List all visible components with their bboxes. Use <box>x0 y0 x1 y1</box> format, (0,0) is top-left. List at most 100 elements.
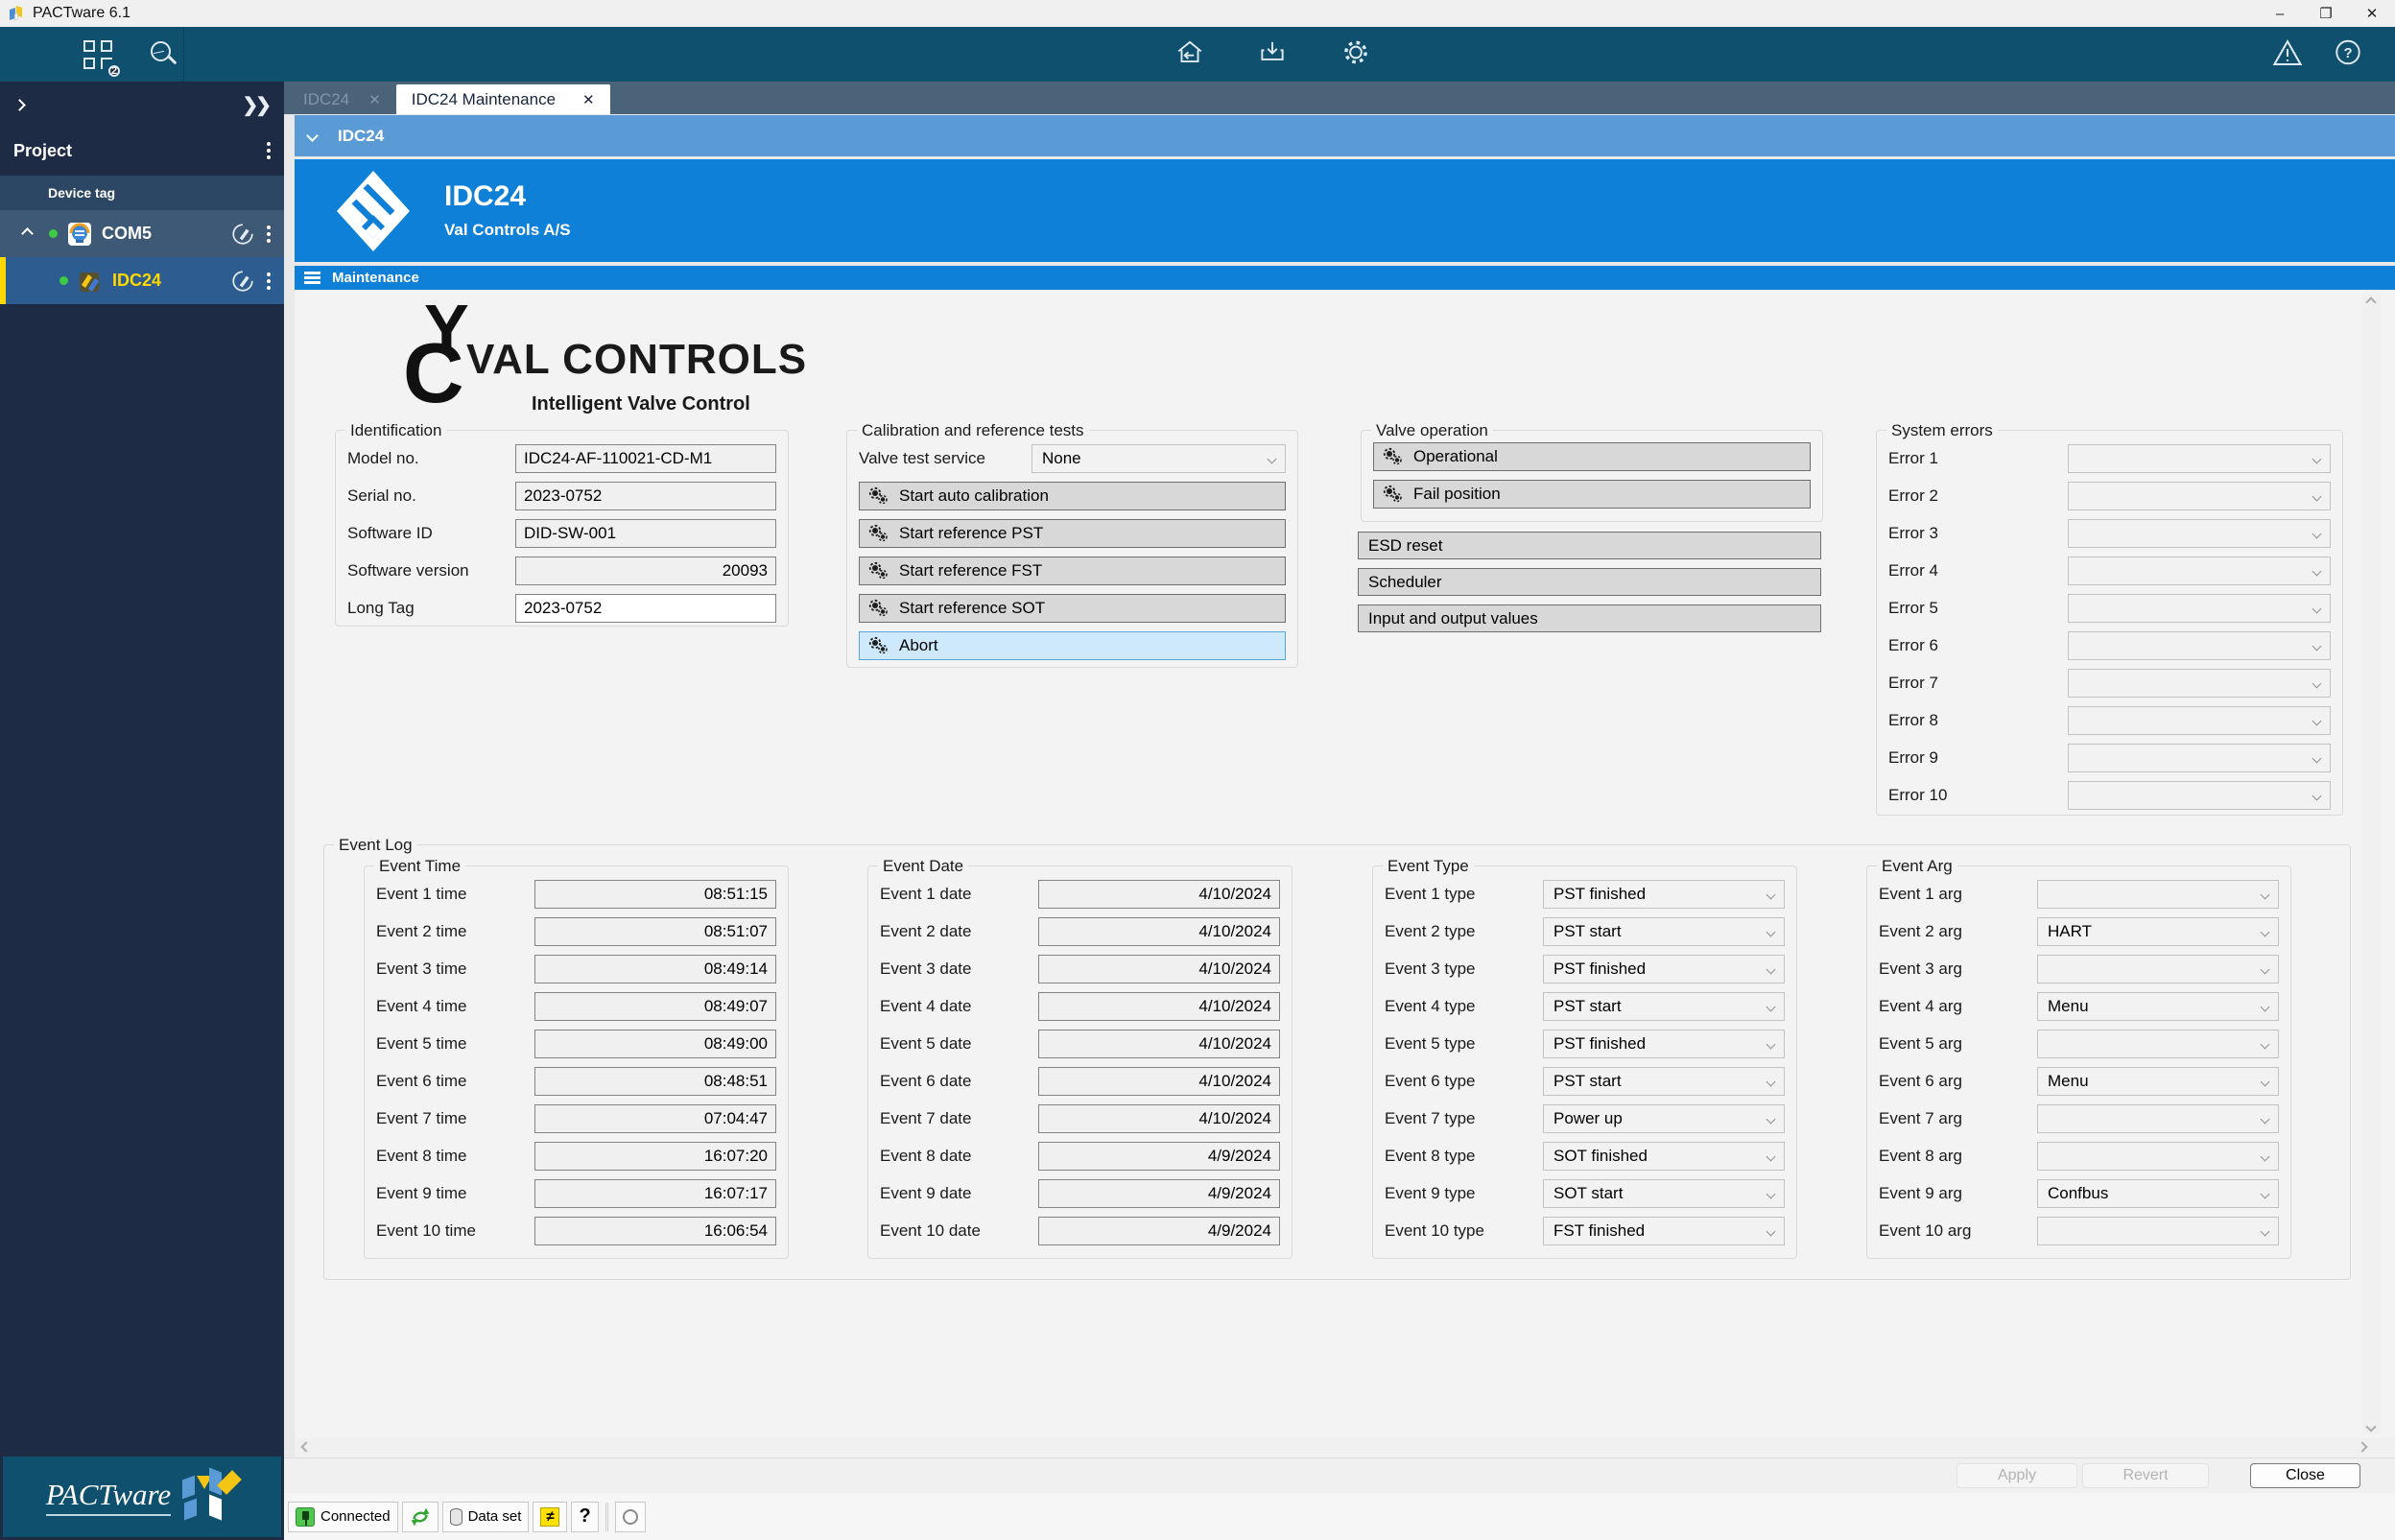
field-value: 08:49:07 <box>703 997 768 1015</box>
start-reference-sot-button[interactable]: Start reference SOT <box>859 594 1286 623</box>
event-date-row: Event 2 date 4/10/2024 <box>880 917 1280 946</box>
event-arg-dropdown[interactable] <box>2037 880 2279 909</box>
esd-reset-button[interactable]: ESD reset <box>1358 532 1821 559</box>
brand-tagline: Intelligent Valve Control <box>532 393 750 415</box>
error-dropdown[interactable] <box>2068 482 2331 510</box>
error-dropdown[interactable] <box>2068 781 2331 810</box>
project-sidebar: ❯❯ Project Device tag COM5 IDC24 PACTwar… <box>0 82 284 1540</box>
tab-label: IDC24 Maintenance <box>411 89 557 108</box>
event-time-row: Event 10 time 16:06:54 <box>376 1217 776 1245</box>
node-menu-icon[interactable] <box>267 272 271 290</box>
data-set-status[interactable]: Data set <box>441 1501 530 1532</box>
scroll-down-icon[interactable] <box>2365 1421 2377 1433</box>
event-type-dropdown[interactable]: SOT start <box>1543 1179 1785 1208</box>
error-label: Error 2 <box>1888 486 1938 505</box>
close-window-button[interactable]: ✕ <box>2349 0 2395 27</box>
event-type-dropdown[interactable]: PST finished <box>1543 880 1785 909</box>
event-arg-row: Event 9 arg Confbus <box>1879 1179 2279 1208</box>
event-type-dropdown[interactable]: Power up <box>1543 1104 1785 1133</box>
error-dropdown[interactable] <box>2068 519 2331 548</box>
error-dropdown[interactable] <box>2068 706 2331 735</box>
device-catalog-icon[interactable]: 2 <box>83 39 120 77</box>
operational-button[interactable]: Operational <box>1373 442 1811 471</box>
download-icon[interactable] <box>1257 36 1288 72</box>
group-title: Valve operation <box>1371 421 1493 440</box>
event-type-dropdown[interactable]: PST start <box>1543 992 1785 1021</box>
edit-icon[interactable] <box>230 269 255 294</box>
device-collapse-band[interactable]: IDC24 <box>295 115 2395 156</box>
sidebar-item-com5[interactable]: COM5 <box>0 210 284 257</box>
error-dropdown[interactable] <box>2068 744 2331 772</box>
not-equal-icon: ≠ <box>540 1506 560 1527</box>
event-arg-dropdown[interactable]: Confbus <box>2037 1179 2279 1208</box>
expand-panel-icon[interactable] <box>13 98 26 111</box>
horizontal-scrollbar[interactable] <box>295 1438 2395 1457</box>
settings-gear-icon[interactable] <box>1340 36 1371 72</box>
collapse-node-icon[interactable] <box>21 227 34 240</box>
maintenance-band[interactable]: Maintenance <box>295 266 2395 290</box>
sync-status[interactable] <box>401 1501 439 1532</box>
connection-label: Connected <box>320 1508 391 1525</box>
edit-icon[interactable] <box>230 222 255 247</box>
event-type-dropdown[interactable]: PST start <box>1543 917 1785 946</box>
event-date-field: 4/9/2024 <box>1038 1179 1280 1208</box>
event-arg-dropdown[interactable]: Menu <box>2037 1067 2279 1096</box>
event-arg-dropdown[interactable] <box>2037 1104 2279 1133</box>
start-reference-pst-button[interactable]: Start reference PST <box>859 519 1286 548</box>
error-dropdown[interactable] <box>2068 594 2331 623</box>
minimize-button[interactable]: – <box>2257 0 2303 27</box>
error-dropdown[interactable] <box>2068 631 2331 660</box>
event-arg-dropdown[interactable]: HART <box>2037 917 2279 946</box>
tab-idc24[interactable]: IDC24 ✕ <box>288 84 396 114</box>
event-type-dropdown[interactable]: SOT finished <box>1543 1142 1785 1171</box>
field-label: Long Tag <box>347 599 415 617</box>
valve-test-service-dropdown[interactable]: None <box>1032 444 1286 473</box>
event-arg-rows: Event 1 arg Event 2 arg HART Event 3 arg… <box>1867 866 2290 1253</box>
input-output-values-button[interactable]: Input and output values <box>1358 604 1821 632</box>
scheduler-button[interactable]: Scheduler <box>1358 568 1821 596</box>
revert-button[interactable]: Revert <box>2082 1463 2209 1488</box>
event-arg-row: Event 2 arg HART <box>1879 917 2279 946</box>
event-arg-dropdown[interactable]: Menu <box>2037 992 2279 1021</box>
scroll-left-icon[interactable] <box>300 1441 312 1453</box>
close-button[interactable]: Close <box>2250 1463 2360 1488</box>
abort-button[interactable]: Abort <box>859 631 1286 660</box>
apply-button[interactable]: Apply <box>1956 1463 2077 1488</box>
help-icon[interactable]: ? <box>2333 36 2363 72</box>
sidebar-item-idc24[interactable]: IDC24 <box>0 257 284 304</box>
dropdown-value: PST finished <box>1553 885 1647 903</box>
main-toolbar: 2 ? <box>0 27 2395 82</box>
warning-icon[interactable] <box>2271 36 2304 72</box>
compare-status[interactable]: ≠ <box>533 1501 568 1532</box>
event-type-dropdown[interactable]: PST start <box>1543 1067 1785 1096</box>
scroll-up-icon[interactable] <box>2365 296 2377 308</box>
node-menu-icon[interactable] <box>267 225 271 243</box>
close-tab-icon[interactable]: ✕ <box>368 91 381 108</box>
event-arg-dropdown[interactable] <box>2037 1217 2279 1245</box>
error-dropdown[interactable] <box>2068 444 2331 473</box>
project-menu-icon[interactable] <box>267 142 271 159</box>
error-dropdown[interactable] <box>2068 557 2331 585</box>
close-tab-icon[interactable]: ✕ <box>582 91 595 108</box>
vertical-scrollbar[interactable] <box>2362 295 2381 1434</box>
help-status[interactable]: ? <box>571 1501 599 1532</box>
connection-status[interactable]: Connected <box>288 1501 398 1532</box>
start-reference-fst-button[interactable]: Start reference FST <box>859 557 1286 585</box>
event-arg-dropdown[interactable] <box>2037 1030 2279 1058</box>
home-icon[interactable] <box>1174 36 1205 72</box>
tab-idc24-maintenance[interactable]: IDC24 Maintenance ✕ <box>395 84 610 114</box>
long-tag-input[interactable]: 2023-0752 <box>515 594 776 623</box>
event-type-dropdown[interactable]: FST finished <box>1543 1217 1785 1245</box>
scroll-right-icon[interactable] <box>2357 1441 2368 1453</box>
search-icon[interactable] <box>149 40 178 69</box>
restore-button[interactable]: ❐ <box>2303 0 2349 27</box>
event-arg-dropdown[interactable] <box>2037 955 2279 983</box>
event-type-rows: Event 1 type PST finished Event 2 type P… <box>1373 866 1796 1253</box>
event-type-dropdown[interactable]: PST finished <box>1543 1030 1785 1058</box>
start-auto-calibration-button[interactable]: Start auto calibration <box>859 482 1286 510</box>
event-arg-dropdown[interactable] <box>2037 1142 2279 1171</box>
collapse-panel-icon[interactable]: ❯❯ <box>242 93 271 117</box>
error-dropdown[interactable] <box>2068 669 2331 698</box>
fail-position-button[interactable]: Fail position <box>1373 480 1811 509</box>
event-type-dropdown[interactable]: PST finished <box>1543 955 1785 983</box>
